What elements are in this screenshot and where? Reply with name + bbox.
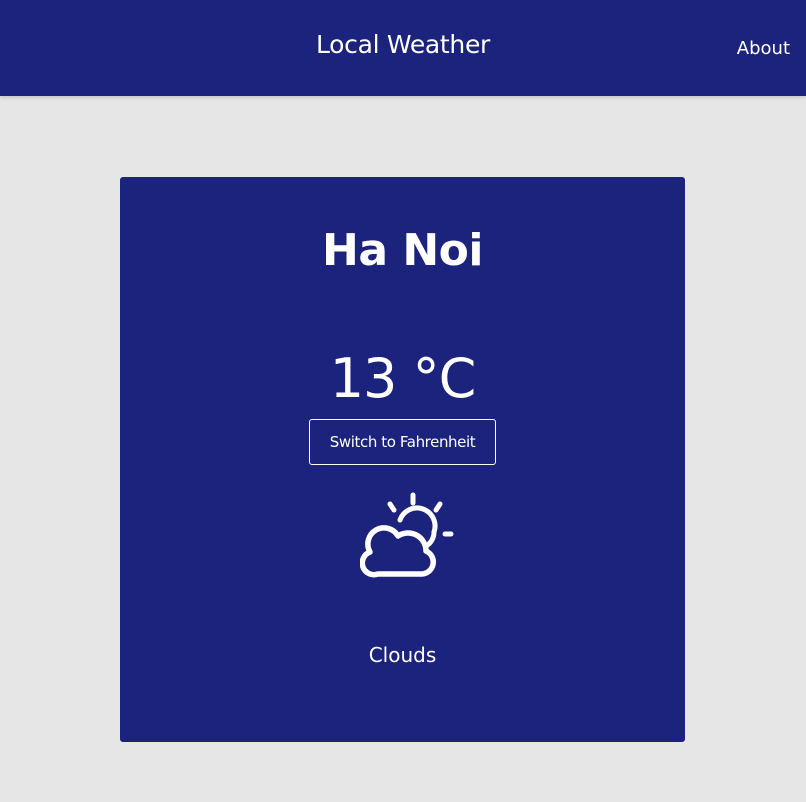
app-title: Local Weather: [315, 30, 491, 59]
switch-unit-button[interactable]: Switch to Fahrenheit: [309, 419, 496, 465]
temperature-value: 13 °C: [329, 347, 477, 410]
top-navbar: Local Weather About: [0, 0, 806, 96]
weather-card: Ha Noi 13 °C Switch to Fahrenheit Clouds: [120, 177, 685, 742]
partly-cloudy-icon: [360, 492, 454, 578]
about-link[interactable]: About: [737, 38, 790, 59]
city-name: Ha Noi: [322, 225, 483, 276]
weather-condition: Clouds: [368, 643, 437, 667]
